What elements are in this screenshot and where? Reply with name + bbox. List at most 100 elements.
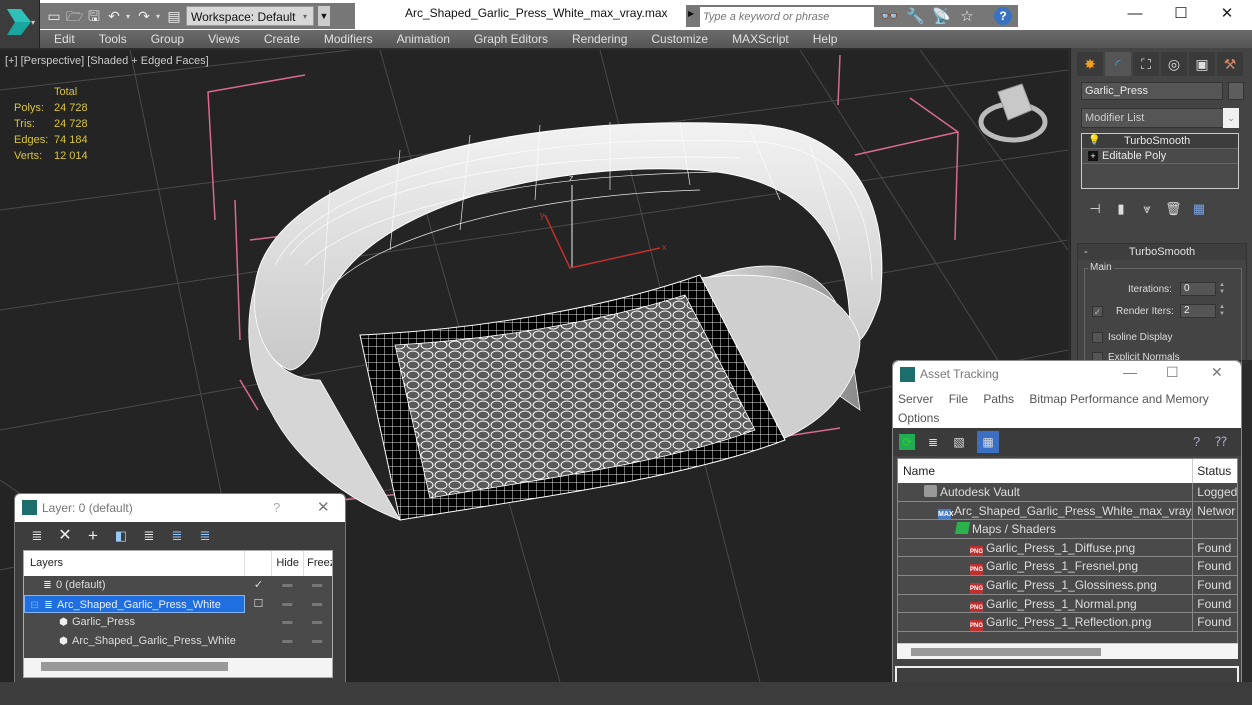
iterations-spinner[interactable]: 0 (1180, 282, 1216, 296)
render-iters-spinner[interactable]: 2 (1180, 304, 1216, 318)
make-unique-icon[interactable]: ⩔ (1139, 201, 1155, 217)
satellite-icon[interactable]: 📡 (932, 7, 951, 25)
utilities-tab-icon[interactable]: ⚒ (1217, 52, 1243, 76)
binoculars-icon[interactable]: 👓 (880, 7, 899, 25)
menu-server[interactable]: Server (898, 392, 933, 406)
menu-rendering[interactable]: Rendering (560, 30, 639, 48)
horizontal-scrollbar[interactable] (24, 658, 332, 677)
menu-options[interactable]: Options (898, 411, 939, 425)
freeze-toggle[interactable]: ▬ (302, 632, 332, 651)
freeze-toggle[interactable]: ▬ (302, 576, 332, 595)
menu-paths[interactable]: Paths (983, 392, 1014, 406)
table-row[interactable]: Autodesk Vault Logged (898, 483, 1237, 502)
lightbulb-icon[interactable]: 💡 (1088, 136, 1100, 146)
configure-modifier-sets-icon[interactable]: ▦ (1191, 201, 1207, 217)
help-button[interactable]: ? (273, 500, 280, 515)
scrollbar-thumb[interactable] (41, 662, 228, 671)
delete-layer-icon[interactable]: ✕ (57, 527, 73, 544)
expand-plus-icon[interactable]: + (1088, 151, 1098, 161)
spinner-arrows-icon[interactable]: ▲ ▼ (1218, 282, 1226, 296)
select-layer-icon[interactable]: ≣ (141, 528, 157, 544)
select-objects-icon[interactable]: ◧ (113, 528, 129, 544)
table-row[interactable]: PNG Garlic_Press_1_Fresnel.png Found (898, 557, 1237, 576)
object-name-field[interactable]: Garlic_Press (1081, 82, 1223, 100)
star-icon[interactable]: ☆ (958, 7, 976, 25)
help-icon[interactable]: ? (1193, 434, 1200, 449)
search-input[interactable] (700, 7, 874, 27)
close-button[interactable]: ✕ (317, 498, 330, 516)
menu-bitmap-performance[interactable]: Bitmap Performance and Memory (1029, 392, 1208, 406)
freeze-layer-icon[interactable]: ≣ (197, 528, 213, 544)
rollout-header[interactable]: - TurboSmooth (1078, 244, 1246, 260)
redo-icon[interactable]: ↷ (136, 8, 152, 24)
isoline-display-checkbox[interactable] (1092, 332, 1103, 343)
new-file-icon[interactable]: ▭ (46, 8, 62, 24)
undo-icon[interactable]: ↶ (106, 8, 122, 24)
viewport-label[interactable]: [+] [Perspective] [Shaded + Edged Faces] (5, 55, 209, 67)
horizontal-scrollbar[interactable] (897, 643, 1238, 659)
column-name[interactable]: Name (898, 459, 1194, 483)
search-expand-icon[interactable]: ▶ (688, 9, 694, 18)
menu-create[interactable]: Create (252, 30, 312, 48)
new-layer-icon[interactable]: ≣ (29, 528, 45, 544)
layer-row[interactable]: ≣ 0 (default) ✓ ▬ ▬ (24, 576, 332, 595)
close-button[interactable]: ✕ (1204, 0, 1250, 30)
object-row[interactable]: ⬢ Garlic_Press ▬ ▬ (24, 613, 332, 632)
hide-toggle[interactable]: ▬ (272, 613, 302, 632)
column-active[interactable] (245, 551, 273, 576)
viewcube-icon[interactable] (978, 83, 1048, 143)
hide-toggle[interactable]: ▬ (272, 632, 302, 651)
hide-toggle[interactable]: ▬ (272, 595, 302, 614)
menu-group[interactable]: Group (139, 30, 196, 48)
workspace-menu-button[interactable]: ▼ (318, 6, 330, 26)
close-button[interactable]: ✕ (1211, 364, 1223, 381)
pin-stack-icon[interactable]: ⊣ (1087, 201, 1103, 217)
modify-tab-icon[interactable]: ◜ (1105, 52, 1131, 76)
column-freeze[interactable]: Freez (304, 551, 332, 576)
layer-window-titlebar[interactable]: Layer: 0 (default) ? ✕ (15, 494, 345, 522)
menu-animation[interactable]: Animation (385, 30, 462, 48)
collapse-icon[interactable]: ⊟ (29, 597, 40, 613)
column-hide[interactable]: Hide (272, 551, 305, 576)
context-help-icon[interactable]: ⁇ (1215, 434, 1227, 450)
app-menu-button[interactable]: ▾ (0, 0, 40, 48)
scrollbar-thumb[interactable] (911, 648, 1101, 656)
object-row[interactable]: ⬢ Arc_Shaped_Garlic_Press_White ▬ ▬ (24, 632, 332, 651)
menu-help[interactable]: Help (801, 30, 850, 48)
modifier-list-dropdown[interactable]: Modifier List (1081, 108, 1239, 128)
workspace-select[interactable]: Workspace: Default ▾ (186, 6, 314, 26)
refresh-icon[interactable]: ⟳ (899, 434, 915, 450)
table-row[interactable]: PNG Garlic_Press_1_Normal.png Found (898, 594, 1237, 614)
menu-graph-editors[interactable]: Graph Editors (462, 30, 560, 48)
hierarchy-tab-icon[interactable]: ⛶ (1133, 52, 1159, 76)
table-row[interactable]: PNG Garlic_Press_1_Diffuse.png Found (898, 538, 1237, 558)
open-folder-icon[interactable]: 🗁 (66, 8, 83, 24)
menu-modifiers[interactable]: Modifiers (312, 30, 385, 48)
maximize-button[interactable]: ☐ (1166, 364, 1179, 381)
render-iters-checkbox[interactable]: ✓ (1092, 306, 1103, 317)
collapse-icon[interactable]: - (1084, 244, 1088, 260)
help-icon[interactable]: ? (994, 7, 1012, 25)
project-folder-icon[interactable]: ▤ (166, 8, 182, 24)
maximize-button[interactable]: ☐ (1158, 0, 1204, 30)
stack-item-turbosmooth[interactable]: 💡 TurboSmooth (1082, 134, 1238, 149)
asset-tracking-titlebar[interactable]: Asset Tracking — ☐ ✕ (893, 361, 1241, 388)
column-layers[interactable]: Layers (24, 551, 245, 576)
table-row[interactable]: MAXArc_Shaped_Garlic_Press_White_max_vra… (898, 501, 1237, 521)
redo-dropdown-icon[interactable]: ▾ (156, 12, 162, 21)
stack-item-editable-poly[interactable]: + Editable Poly (1082, 149, 1238, 164)
active-layer-check[interactable]: ✓ (245, 576, 273, 595)
table-row[interactable]: PNG Garlic_Press_1_Reflection.png Found (898, 613, 1237, 632)
active-layer-checkbox[interactable]: ☐ (245, 595, 273, 614)
layer-row[interactable]: ⊟ ≣ Arc_Shaped_Garlic_Press_White ☐ ▬ ▬ (24, 594, 332, 614)
freeze-toggle[interactable]: ▬ (302, 613, 332, 632)
motion-tab-icon[interactable]: ◎ (1161, 52, 1187, 76)
create-tab-icon[interactable]: ✸ (1077, 52, 1103, 76)
highlight-layer-icon[interactable]: ≣ (169, 528, 185, 544)
chevron-down-icon[interactable]: ⌄ (1223, 108, 1239, 128)
remove-modifier-icon[interactable]: 🗑 (1165, 201, 1182, 217)
minimize-button[interactable]: — (1112, 0, 1158, 30)
table-row[interactable]: Maps / Shaders (898, 520, 1237, 539)
save-icon[interactable]: 🖫 (86, 8, 102, 24)
thumbnail-view-icon[interactable]: ▧ (951, 434, 967, 450)
